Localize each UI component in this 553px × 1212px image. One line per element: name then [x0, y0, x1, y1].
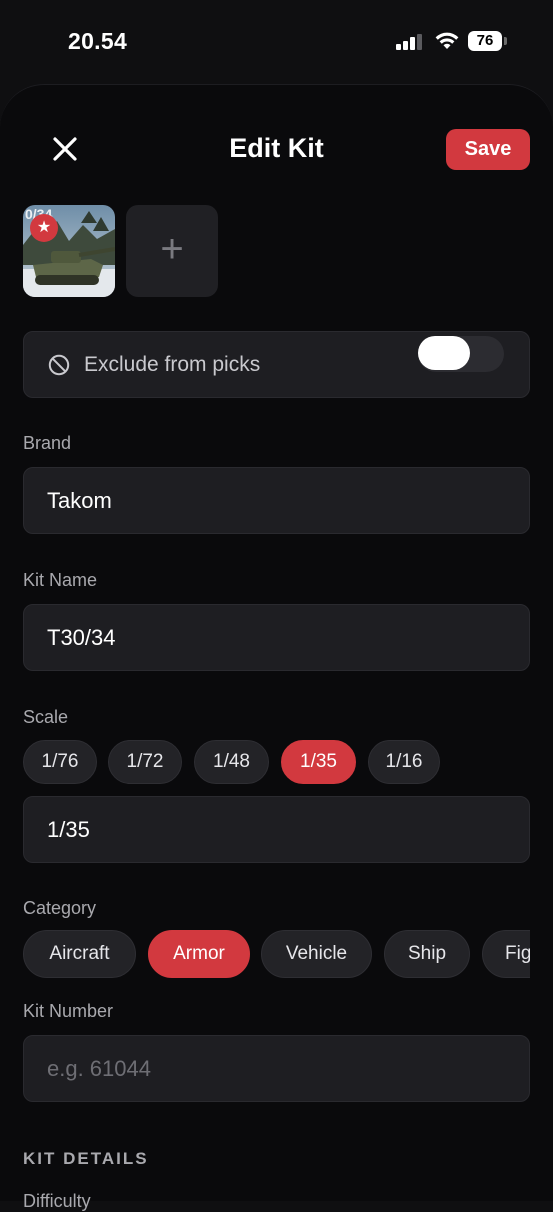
battery-level: 76 — [468, 31, 502, 51]
scale-chip-1-35[interactable]: 1/35 — [281, 740, 356, 784]
wifi-icon — [435, 32, 459, 49]
exclude-label: Exclude from picks — [84, 353, 261, 376]
battery-icon: 76 — [468, 31, 508, 51]
brand-field[interactable]: Takom — [23, 467, 530, 534]
kit-details-heading: KIT DETAILS — [23, 1149, 149, 1168]
brand-label: Brand — [23, 433, 72, 453]
category-chip-ship[interactable]: Ship — [384, 930, 470, 978]
difficulty-label: Difficulty — [23, 1191, 91, 1211]
category-chip-aircraft[interactable]: Aircraft — [23, 930, 136, 978]
ban-icon — [48, 354, 70, 376]
toggle-knob — [418, 336, 470, 370]
kit-number-field[interactable]: e.g. 61044 — [23, 1035, 530, 1102]
category-chip-vehicle[interactable]: Vehicle — [261, 930, 372, 978]
status-time: 20.54 — [68, 28, 128, 54]
category-chip-fig[interactable]: Fig — [482, 930, 530, 978]
kit-name-label: Kit Name — [23, 570, 98, 590]
category-label: Category — [23, 898, 97, 918]
signal-icon — [396, 34, 422, 50]
kit-number-label: Kit Number — [23, 1001, 114, 1021]
scale-chip-1-16[interactable]: 1/16 — [368, 740, 440, 784]
scale-field[interactable]: 1/35 — [23, 796, 530, 863]
category-chip-row: Aircraft Armor Vehicle Ship Fig — [23, 930, 530, 980]
exclude-row: Exclude from picks — [23, 331, 530, 398]
plus-icon: + — [160, 227, 184, 271]
primary-star-icon: ★ — [30, 214, 58, 242]
battery-cap — [504, 37, 507, 45]
add-photo-button[interactable]: + — [126, 205, 218, 297]
status-bar: 20.54 76 — [0, 0, 553, 84]
category-chip-armor[interactable]: Armor — [148, 930, 250, 978]
scale-chip-1-72[interactable]: 1/72 — [108, 740, 182, 784]
kit-name-field[interactable]: T30/34 — [23, 604, 530, 671]
save-button[interactable]: Save — [446, 129, 530, 170]
scale-label: Scale — [23, 707, 69, 727]
scale-chip-1-48[interactable]: 1/48 — [194, 740, 269, 784]
scale-chip-1-76[interactable]: 1/76 — [23, 740, 97, 784]
exclude-toggle[interactable] — [418, 336, 504, 372]
